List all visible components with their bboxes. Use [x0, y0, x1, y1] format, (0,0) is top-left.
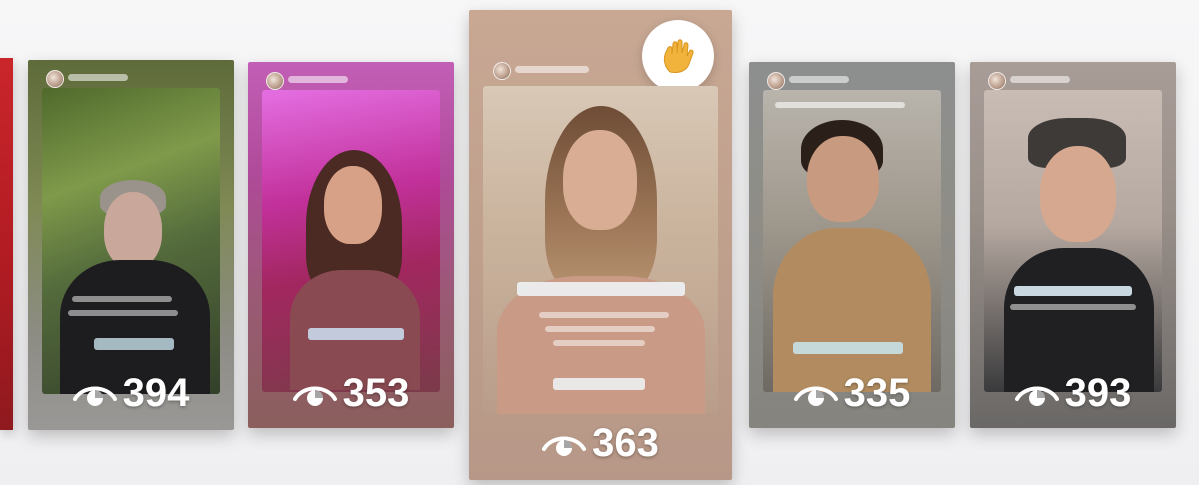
story-photo [483, 86, 718, 414]
story-carousel: 394 353 363 335 393 [0, 0, 1199, 485]
story-card-4[interactable]: 335 [749, 62, 955, 428]
story-username [789, 76, 849, 83]
waving-hand-icon [663, 39, 694, 73]
story-photo [42, 88, 220, 394]
reaction-bubble [642, 20, 714, 92]
story-card-1[interactable]: 394 [28, 60, 234, 430]
eye-icon [292, 386, 337, 406]
story-username [1010, 76, 1070, 83]
story-card-3[interactable]: 363 [469, 10, 732, 480]
story-avatar [767, 72, 785, 90]
view-count-value: 335 [843, 371, 911, 415]
view-count: 394 [28, 371, 234, 416]
story-photo [984, 90, 1162, 392]
story-avatar [46, 70, 64, 88]
view-count-value: 394 [122, 371, 190, 415]
view-count: 393 [970, 371, 1176, 416]
eye-icon [793, 386, 838, 406]
view-count-value: 393 [1064, 371, 1132, 415]
story-card-partial[interactable] [0, 58, 13, 430]
view-count: 335 [749, 371, 955, 416]
story-avatar [493, 62, 511, 80]
eye-icon [542, 436, 587, 456]
eye-icon [1014, 386, 1059, 406]
story-photo [262, 90, 440, 392]
story-username [68, 74, 128, 81]
view-count-value: 363 [592, 421, 659, 465]
story-photo [763, 90, 941, 392]
view-count-value: 353 [342, 371, 410, 415]
story-avatar [266, 72, 284, 90]
eye-icon [72, 386, 117, 406]
story-username [515, 66, 589, 73]
view-count: 353 [248, 371, 454, 416]
story-username [288, 76, 348, 83]
story-card-2[interactable]: 353 [248, 62, 454, 428]
story-avatar [988, 72, 1006, 90]
view-count: 363 [469, 421, 732, 466]
story-card-5[interactable]: 393 [970, 62, 1176, 428]
